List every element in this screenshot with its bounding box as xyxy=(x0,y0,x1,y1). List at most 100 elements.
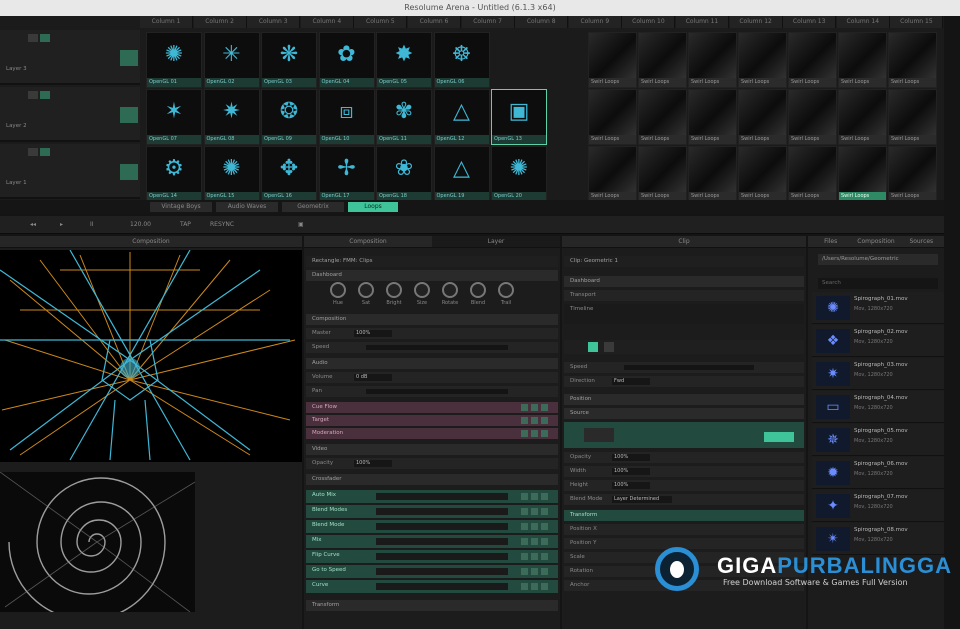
param-toggle[interactable] xyxy=(541,493,548,500)
param-knob[interactable] xyxy=(442,282,458,298)
layer-param-row[interactable]: Target xyxy=(306,415,558,426)
clip-slot[interactable]: Swirl Loops xyxy=(788,89,837,145)
resync-button[interactable]: RESYNC xyxy=(210,220,234,230)
clip-slot[interactable]: △ OpenGL 12 xyxy=(433,89,490,145)
clip-slot[interactable]: Swirl Loops xyxy=(738,146,787,202)
clip-opacity-value[interactable]: 100% xyxy=(612,454,650,461)
column-header[interactable]: Column 3 xyxy=(247,16,301,28)
clip-slot[interactable]: ✺ OpenGL 15 xyxy=(203,146,260,202)
clip-slot[interactable]: ⚙ OpenGL 14 xyxy=(146,146,202,202)
param-knob[interactable] xyxy=(498,282,514,298)
column-header[interactable]: Column 10 xyxy=(622,16,676,28)
param-toggle[interactable] xyxy=(521,538,528,545)
layer-control[interactable]: Layer 1 xyxy=(0,144,140,199)
clip-transform[interactable]: Transform xyxy=(564,510,804,521)
clip-slot[interactable]: Swirl Loops xyxy=(688,32,737,88)
clip-source[interactable]: Source xyxy=(564,408,804,419)
bypass-toggle[interactable] xyxy=(28,34,38,42)
param-toggle[interactable] xyxy=(531,404,538,411)
play-clip-button[interactable] xyxy=(588,342,598,352)
clip-slot[interactable]: Swirl Loops xyxy=(738,89,787,145)
clip-slot[interactable]: Swirl Loops xyxy=(588,32,637,88)
clip-slot[interactable]: ✶ OpenGL 07 xyxy=(146,89,202,145)
column-header[interactable]: Column 8 xyxy=(515,16,569,28)
clip-slot[interactable]: ✢ OpenGL 17 xyxy=(318,146,375,202)
clip-transport[interactable]: Transport xyxy=(564,290,804,301)
layer-param-row[interactable]: Moderation xyxy=(306,428,558,439)
pause-clip-button[interactable] xyxy=(604,342,614,352)
clip-slot[interactable]: Swirl Loops xyxy=(888,89,937,145)
param-toggle[interactable] xyxy=(521,508,528,515)
param-toggle[interactable] xyxy=(521,417,528,424)
column-header[interactable]: Column 11 xyxy=(676,16,729,28)
clip-slot[interactable]: ✸ OpenGL 05 xyxy=(376,32,432,88)
param-slider[interactable] xyxy=(376,523,508,530)
clip-timeline[interactable]: Timeline xyxy=(564,304,804,324)
param-knob[interactable] xyxy=(330,282,346,298)
clip-slot[interactable]: Swirl Loops xyxy=(888,32,937,88)
clip-slot[interactable]: ⧈ OpenGL 10 xyxy=(318,89,375,145)
layer-control[interactable]: Layer 2 xyxy=(0,87,140,142)
clip-posx[interactable]: Position X xyxy=(564,524,804,535)
deck-tab-vintage[interactable]: Vintage Boys xyxy=(150,202,212,212)
param-toggle[interactable] xyxy=(541,553,548,560)
param-slider[interactable] xyxy=(376,508,508,515)
section-transform[interactable]: Transform xyxy=(306,600,558,611)
param-toggle[interactable] xyxy=(541,568,548,575)
file-item[interactable]: ▭ Spirograph_04.mov Mov, 1280x720 xyxy=(812,391,944,423)
column-header[interactable]: Column 13 xyxy=(783,16,837,28)
clip-slot[interactable]: ❂ OpenGL 09 xyxy=(261,89,317,145)
clip-slot[interactable]: ✳ OpenGL 02 xyxy=(203,32,260,88)
param-toggle[interactable] xyxy=(521,493,528,500)
clip-slot[interactable]: ✷ OpenGL 08 xyxy=(203,89,260,145)
file-item[interactable]: ✵ Spirograph_05.mov Mov, 1280x720 xyxy=(812,424,944,456)
param-knob[interactable] xyxy=(414,282,430,298)
bypass-toggle[interactable] xyxy=(28,91,38,99)
param-knob[interactable] xyxy=(358,282,374,298)
volume-value[interactable]: 0 dB xyxy=(354,374,392,381)
param-toggle[interactable] xyxy=(531,538,538,545)
layer-thumb[interactable] xyxy=(120,107,138,123)
param-toggle[interactable] xyxy=(531,523,538,530)
param-toggle[interactable] xyxy=(521,553,528,560)
column-header[interactable]: Column 5 xyxy=(354,16,408,28)
clip-slot[interactable]: Swirl Loops xyxy=(888,146,937,202)
param-knob[interactable] xyxy=(386,282,402,298)
tab-layer[interactable]: Layer xyxy=(432,236,560,247)
crossfader-row[interactable]: Flip Curve xyxy=(306,550,558,563)
tab-comp-files[interactable]: Composition xyxy=(853,236,898,247)
param-toggle[interactable] xyxy=(541,538,548,545)
bpm-value[interactable]: 120.00 xyxy=(130,220,151,230)
layer-control[interactable]: Layer 3 xyxy=(0,30,140,85)
bypass-toggle[interactable] xyxy=(28,148,38,156)
crossfader-row[interactable]: Mix xyxy=(306,535,558,548)
column-header[interactable]: Column 4 xyxy=(300,16,354,28)
clip-slot[interactable]: ▣ OpenGL 13 xyxy=(491,89,547,145)
pan-slider[interactable] xyxy=(366,389,508,394)
clip-slot[interactable]: ✺ OpenGL 01 xyxy=(146,32,202,88)
tab-composition[interactable]: Composition xyxy=(304,236,432,247)
clip-slot[interactable]: Swirl Loops xyxy=(638,146,687,202)
layer-param-row[interactable]: Cue Flow xyxy=(306,402,558,413)
pause-button[interactable]: II xyxy=(90,220,94,230)
clip-slot[interactable]: Swirl Loops xyxy=(738,32,787,88)
clip-position[interactable]: Position xyxy=(564,394,804,405)
master-value[interactable]: 100% xyxy=(354,330,392,337)
layer-thumb[interactable] xyxy=(120,50,138,66)
crossfader-row[interactable]: Auto Mix xyxy=(306,490,558,503)
param-slider[interactable] xyxy=(376,583,508,590)
file-item[interactable]: ✹ Spirograph_06.mov Mov, 1280x720 xyxy=(812,457,944,489)
rewind-icon[interactable]: ◂◂ xyxy=(30,220,36,230)
deck-tab-geometrix[interactable]: Geometrix xyxy=(282,202,344,212)
tab-sources[interactable]: Sources xyxy=(899,236,944,247)
clip-slot[interactable]: ✿ OpenGL 04 xyxy=(318,32,375,88)
section-video[interactable]: Video xyxy=(306,444,558,455)
column-header[interactable]: Column 7 xyxy=(461,16,515,28)
param-slider[interactable] xyxy=(376,493,508,500)
param-toggle[interactable] xyxy=(531,493,538,500)
param-toggle[interactable] xyxy=(531,430,538,437)
column-header[interactable]: Column 14 xyxy=(836,16,890,28)
clip-slot[interactable]: Swirl Loops xyxy=(688,89,737,145)
clip-slot[interactable]: ❀ OpenGL 18 xyxy=(376,146,432,202)
param-slider[interactable] xyxy=(376,538,508,545)
